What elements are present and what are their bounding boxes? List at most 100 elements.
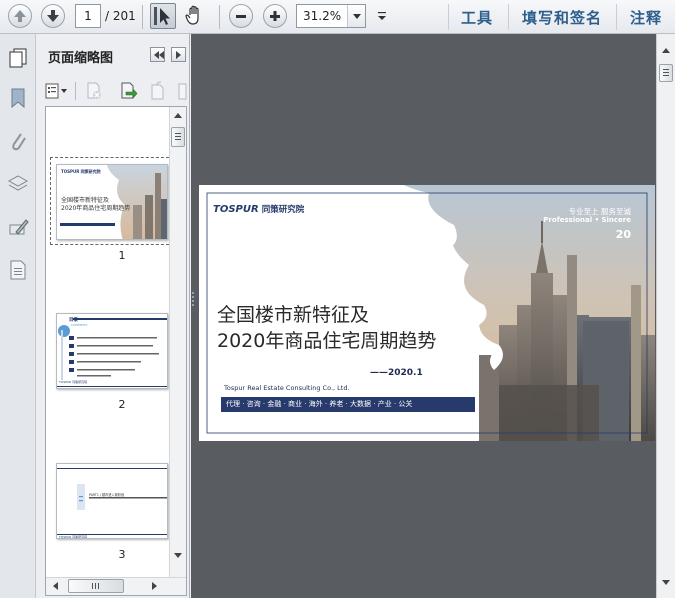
panel-splitter[interactable] xyxy=(191,290,195,308)
thumbnail-number: 1 xyxy=(118,249,126,262)
report-title-line2: 2020年商品住宅周期趋势 xyxy=(217,330,437,352)
tospur-logo: TOSPUR 同策研究院 xyxy=(213,203,304,215)
logo-chinese: 同策研究院 xyxy=(261,205,305,215)
zoom-out-button[interactable] xyxy=(229,4,253,28)
scroll-up-icon[interactable] xyxy=(662,44,670,53)
zoom-select[interactable]: 31.2% xyxy=(296,4,366,28)
delete-page-icon xyxy=(87,82,101,99)
grip-icon xyxy=(175,133,181,140)
services-text: 代理 · 咨询 · 金融 · 商业 · 海外 · 养老 · 大数据 · 产业 ·… xyxy=(226,400,413,408)
thumbnail-page-2[interactable]: 目录 CONTENTS TOSPUR 同策研究院 xyxy=(56,313,168,389)
anniversary-badge: 20 xyxy=(615,228,631,241)
tools-link[interactable]: 工具 xyxy=(461,7,493,28)
bookmarks-button[interactable] xyxy=(7,86,29,110)
attachments-button[interactable] xyxy=(7,129,29,153)
arrow-up-icon xyxy=(14,10,26,22)
select-tool-button[interactable] xyxy=(150,3,176,29)
toolbar-divider xyxy=(219,5,220,29)
overflow-chevron-icon xyxy=(378,12,386,20)
page-thumbnails-button[interactable] xyxy=(7,46,29,70)
thumb-logo: TOSPUR 同策研究院 xyxy=(59,535,88,539)
thumbnail-list[interactable]: TOSPUR 同策研究院 全国楼市新特征及 2020年商品住宅周期趋势 1 目录… xyxy=(45,106,187,596)
previous-page-button[interactable] xyxy=(8,4,32,28)
paperclip-icon xyxy=(12,133,26,151)
scroll-down-icon[interactable] xyxy=(662,580,670,589)
zoom-in-button[interactable] xyxy=(263,4,287,28)
toolbar-divider xyxy=(142,5,143,29)
hand-icon xyxy=(185,5,199,25)
signatures-button[interactable] xyxy=(7,215,29,239)
thumbnail-number: 3 xyxy=(118,548,126,561)
pages-icon xyxy=(9,48,27,68)
extract-page-icon xyxy=(121,82,138,99)
company-name: Tospur Real Estate Consulting Co., Ltd. xyxy=(224,384,350,392)
services-bar: 代理 · 咨询 · 金融 · 商业 · 海外 · 养老 · 大数据 · 产业 ·… xyxy=(221,397,475,412)
scroll-down-icon[interactable] xyxy=(174,553,182,562)
rotate-page-icon xyxy=(151,81,164,100)
plus-icon xyxy=(270,11,280,21)
grip-icon xyxy=(92,583,99,589)
thumb-logo: TOSPUR 同策研究院 xyxy=(59,380,88,384)
thumbnail-page-3[interactable]: PART1 / 楼市进入新阶段 TOSPUR 同策研究院 xyxy=(56,463,168,539)
zoom-value: 31.2% xyxy=(303,9,342,23)
thumb-title-line2: 2020年商品住宅周期趋势 xyxy=(61,205,131,212)
section-thumbnail-image xyxy=(57,464,167,538)
toolbar-divider xyxy=(616,4,617,30)
thumb-logo: TOSPUR 同策研究院 xyxy=(61,169,101,174)
page-number-input[interactable]: 1 xyxy=(75,4,101,28)
fill-sign-link[interactable]: 填写和签名 xyxy=(522,7,602,28)
scroll-left-icon[interactable] xyxy=(49,582,58,590)
report-date: ——2020.1 xyxy=(370,368,423,378)
cursor-icon xyxy=(154,7,170,25)
main-toolbar: 1 / 201 31.2% 工具 填写和签名 注释 xyxy=(0,0,675,34)
arrow-right-icon xyxy=(176,51,185,59)
scrollbar-thumb[interactable] xyxy=(171,127,185,147)
panel-title: 页面缩略图 xyxy=(48,51,114,66)
pdf-page-1: TOSPUR 同策研究院 专业至上 服务至诚 Professional • Sin… xyxy=(199,185,655,441)
logo-text: TOSPUR xyxy=(213,204,259,215)
signature-pen-icon xyxy=(9,219,29,235)
report-title-line1: 全国楼市新特征及 xyxy=(217,304,370,326)
bookmark-icon xyxy=(11,88,25,109)
thumb-subheading: CONTENTS xyxy=(71,323,88,327)
navigation-icon-bar xyxy=(0,34,36,598)
thumb-section-text: PART1 / 楼市进入新阶段 xyxy=(89,493,125,497)
splitter-grip-icon xyxy=(192,292,194,306)
collapse-panel-button[interactable] xyxy=(150,47,165,62)
layers-button[interactable] xyxy=(7,172,29,196)
panel-options-button[interactable] xyxy=(171,47,186,62)
comment-link[interactable]: 注释 xyxy=(630,7,662,28)
page-total-label: / 201 xyxy=(105,9,136,23)
next-page-button[interactable] xyxy=(41,4,65,28)
thumbnail-toolbar xyxy=(36,78,190,104)
thumbnail-number: 2 xyxy=(118,398,126,411)
scrollbar-thumb-h[interactable] xyxy=(68,579,124,593)
thumbnail-page-1[interactable]: TOSPUR 同策研究院 全国楼市新特征及 2020年商品住宅周期趋势 xyxy=(56,164,168,240)
rotate-pages-button[interactable] xyxy=(148,81,168,101)
document-vertical-scrollbar[interactable] xyxy=(656,34,675,598)
hand-tool-button[interactable] xyxy=(183,3,209,29)
page-icon xyxy=(178,83,187,100)
grip-icon xyxy=(663,69,669,76)
content-button[interactable] xyxy=(7,258,29,282)
slogan-english: Professional • Sincere xyxy=(543,216,631,224)
thumbnail-vertical-scrollbar[interactable] xyxy=(169,107,186,577)
toolbar-divider xyxy=(508,4,509,30)
scrollbar-thumb[interactable] xyxy=(659,64,673,82)
delete-pages-button[interactable] xyxy=(84,81,104,101)
toolbar-divider xyxy=(448,4,449,30)
panel-header: 页面缩略图 xyxy=(36,34,190,74)
more-tools-button[interactable] xyxy=(376,9,388,23)
thumbnail-horizontal-scrollbar[interactable] xyxy=(46,577,186,595)
layers-icon xyxy=(7,175,29,191)
scroll-up-icon[interactable] xyxy=(174,109,182,118)
arrow-down-icon xyxy=(47,10,59,22)
chevron-down-icon[interactable] xyxy=(347,5,365,27)
minus-icon xyxy=(236,15,246,18)
document-icon xyxy=(10,260,26,280)
thumbnail-options-button[interactable] xyxy=(44,81,70,101)
extract-pages-button[interactable] xyxy=(118,81,138,101)
more-thumbnail-tools-button[interactable] xyxy=(176,81,188,101)
navigation-panel: 页面缩略图 TOSPUR 同策研究院 全国楼市新特征及 2020年商品住宅周期趋… xyxy=(0,34,190,598)
scroll-right-icon[interactable] xyxy=(152,582,161,590)
